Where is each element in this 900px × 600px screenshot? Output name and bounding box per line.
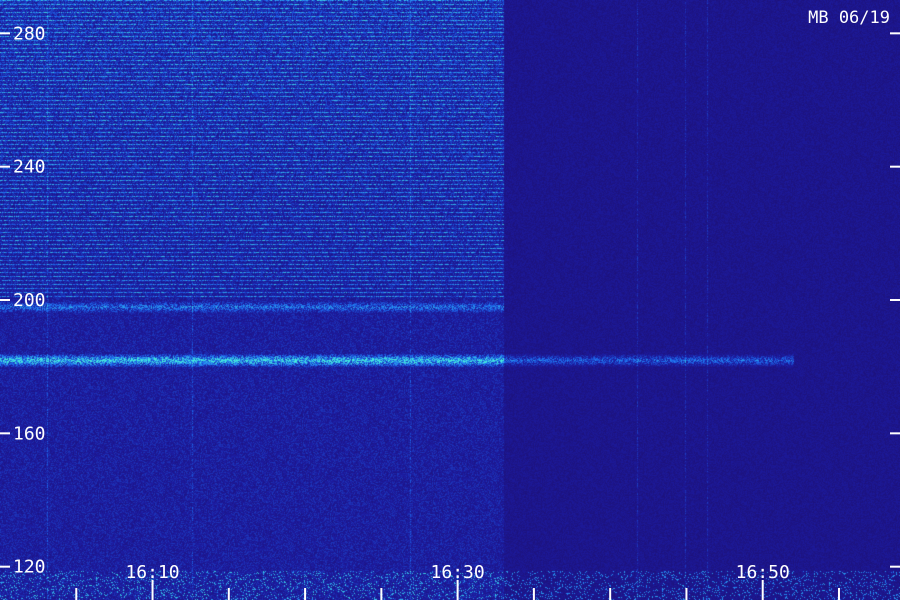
y-tick-label: 200 xyxy=(13,290,46,311)
x-axis: 16:10 16:30 16:50 xyxy=(75,562,840,600)
y-tick-label: 240 xyxy=(13,157,46,178)
x-tick-label: 16:10 xyxy=(125,562,179,583)
spectrogram-panel: 120 160 200 240 280 16:10 16:30 16:50 MB 06/19 xyxy=(0,0,900,600)
y-axis: 120 160 200 240 280 xyxy=(0,23,900,578)
x-tick-label: 16:50 xyxy=(736,562,790,583)
axes-overlay: 120 160 200 240 280 16:10 16:30 16:50 MB 06/19 xyxy=(0,8,900,600)
x-tick-label: 16:30 xyxy=(431,562,485,583)
stamp-label: MB 06/19 xyxy=(808,8,890,28)
y-tick-label: 160 xyxy=(13,423,46,444)
y-tick-label: 120 xyxy=(13,557,46,578)
y-tick-label: 280 xyxy=(13,23,46,44)
